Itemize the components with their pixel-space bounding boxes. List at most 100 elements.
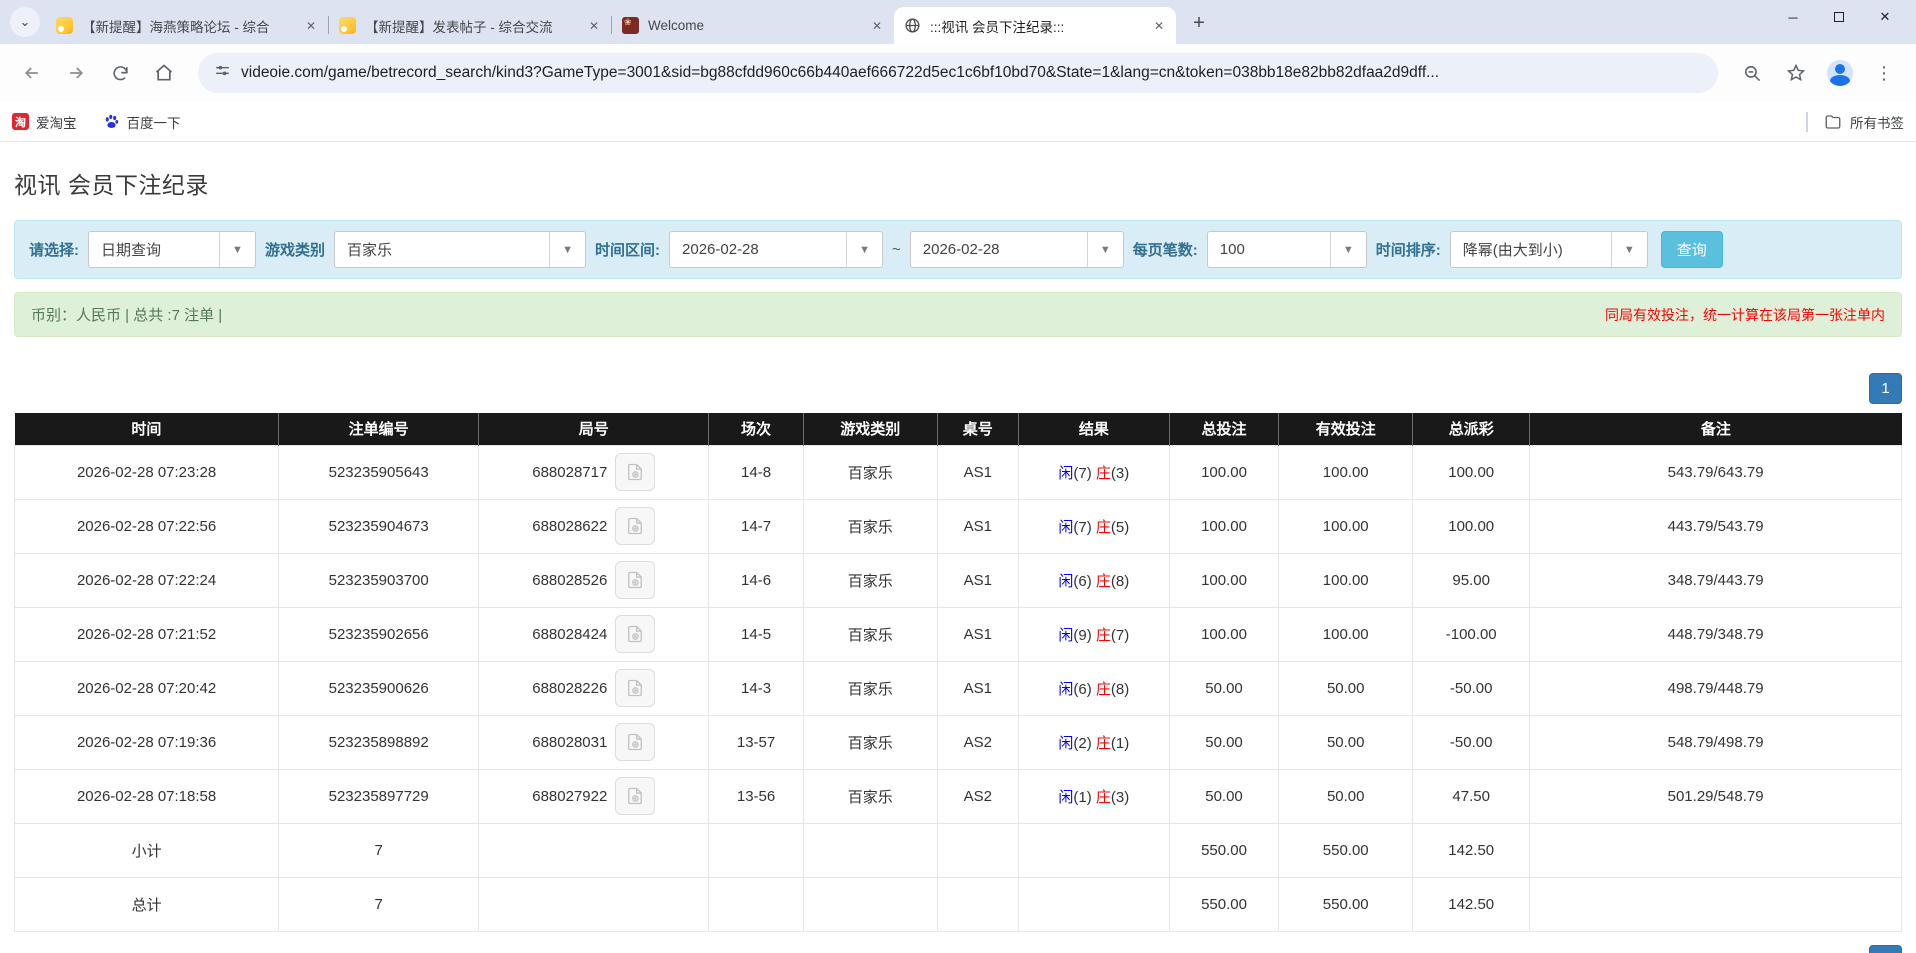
new-tab-button[interactable]: + bbox=[1184, 8, 1214, 38]
page-1-button[interactable]: 1 bbox=[1869, 373, 1902, 404]
page-size-select[interactable]: 100 ▼ bbox=[1207, 231, 1367, 268]
tab-search-button[interactable]: ⌄ bbox=[10, 7, 40, 37]
cell-result: 闲(6) 庄(8) bbox=[1018, 553, 1169, 607]
cell-result: 闲(1) 庄(3) bbox=[1018, 769, 1169, 823]
cell-valid-bet: 50.00 bbox=[1279, 661, 1413, 715]
cell-payout: -50.00 bbox=[1413, 661, 1530, 715]
cell-result: 闲(9) 庄(7) bbox=[1018, 607, 1169, 661]
sort-select[interactable]: 降幂(由大到小) ▼ bbox=[1450, 231, 1648, 268]
header-valid-bet: 有效投注 bbox=[1279, 413, 1413, 445]
cell-result: 闲(6) 庄(8) bbox=[1018, 661, 1169, 715]
tab-welcome[interactable]: Welcome ✕ bbox=[612, 7, 894, 44]
pagination-top: 1 bbox=[14, 373, 1902, 404]
chevron-down-icon: ▼ bbox=[846, 232, 882, 267]
cell-round: 688028226 bbox=[479, 661, 709, 715]
bookmark-baidu[interactable]: 百度一下 bbox=[103, 112, 181, 132]
page-1-button[interactable]: 1 bbox=[1869, 945, 1902, 953]
bookmark-star-icon[interactable] bbox=[1779, 56, 1813, 90]
game-type-select[interactable]: 百家乐 ▼ bbox=[334, 231, 586, 268]
page-title: 视讯 会员下注纪录 bbox=[14, 166, 1902, 200]
home-icon[interactable] bbox=[147, 56, 181, 90]
table-row: 2026-02-28 07:19:36 523235898892 6880280… bbox=[15, 715, 1902, 769]
tab-title: 【新提醒】发表帖子 - 综合交流 bbox=[365, 16, 579, 36]
game-type-label: 游戏类别 bbox=[265, 239, 325, 260]
search-button[interactable]: 查询 bbox=[1661, 231, 1723, 268]
url-text[interactable]: videoie.com/game/betrecord_search/kind3?… bbox=[241, 64, 1439, 82]
video-replay-button[interactable] bbox=[615, 669, 655, 707]
date-from-select[interactable]: 2026-02-28 ▼ bbox=[669, 231, 883, 268]
address-bar[interactable]: videoie.com/game/betrecord_search/kind3?… bbox=[198, 53, 1718, 93]
cell-total-bet[interactable]: 50.00 bbox=[1169, 769, 1278, 823]
tab-bet-records-active[interactable]: :::视讯 会员下注纪录::: ✕ bbox=[894, 7, 1176, 44]
video-replay-button[interactable] bbox=[615, 507, 655, 545]
cell-table-no: AS2 bbox=[937, 715, 1018, 769]
header-bet-id: 注单编号 bbox=[279, 413, 479, 445]
reload-icon[interactable] bbox=[103, 56, 137, 90]
result-banker: 庄 bbox=[1096, 627, 1111, 644]
cell-total-bet[interactable]: 100.00 bbox=[1169, 499, 1278, 553]
sort-label: 时间排序: bbox=[1376, 239, 1441, 260]
menu-dots-icon[interactable]: ⋮ bbox=[1867, 56, 1901, 90]
cell-table-no: AS1 bbox=[937, 499, 1018, 553]
page-content: 视讯 会员下注纪录 请选择: 日期查询 ▼ 游戏类别 百家乐 ▼ 时间区间: 2… bbox=[0, 142, 1916, 953]
video-replay-button[interactable] bbox=[615, 453, 655, 491]
close-icon[interactable]: ✕ bbox=[868, 17, 886, 35]
tab-post[interactable]: 【新提醒】发表帖子 - 综合交流 ✕ bbox=[329, 7, 611, 44]
time-range-label: 时间区间: bbox=[595, 239, 660, 260]
bookmark-divider bbox=[1806, 112, 1808, 132]
cell-session: 14-7 bbox=[709, 499, 803, 553]
result-player: 闲 bbox=[1058, 735, 1073, 752]
site-info-icon[interactable] bbox=[214, 62, 231, 84]
forward-icon[interactable] bbox=[59, 56, 93, 90]
tab-forum[interactable]: 【新提醒】海燕策略论坛 - 综合 ✕ bbox=[46, 7, 328, 44]
header-total-bet: 总投注 bbox=[1169, 413, 1278, 445]
video-file-icon bbox=[625, 570, 645, 590]
cell-round: 688028717 bbox=[479, 445, 709, 499]
sum-valid-bet: 550.00 bbox=[1279, 877, 1413, 931]
table-header-row: 时间 注单编号 局号 场次 游戏类别 桌号 结果 总投注 有效投注 总派彩 备注 bbox=[15, 413, 1902, 445]
query-type-select[interactable]: 日期查询 ▼ bbox=[88, 231, 256, 268]
close-icon[interactable]: ✕ bbox=[585, 17, 603, 35]
cell-session: 13-57 bbox=[709, 715, 803, 769]
header-remark: 备注 bbox=[1530, 413, 1902, 445]
profile-avatar[interactable] bbox=[1823, 56, 1857, 90]
round-id: 688027922 bbox=[532, 788, 607, 805]
table-row: 2026-02-28 07:22:56 523235904673 6880286… bbox=[15, 499, 1902, 553]
cell-total-bet[interactable]: 50.00 bbox=[1169, 715, 1278, 769]
chevron-down-icon: ▼ bbox=[219, 232, 255, 267]
video-replay-button[interactable] bbox=[615, 561, 655, 599]
video-replay-button[interactable] bbox=[615, 615, 655, 653]
cell-payout: 100.00 bbox=[1413, 445, 1530, 499]
header-game: 游戏类别 bbox=[803, 413, 937, 445]
close-icon[interactable]: ✕ bbox=[1150, 17, 1168, 35]
cell-total-bet[interactable]: 100.00 bbox=[1169, 607, 1278, 661]
cell-table-no: AS1 bbox=[937, 607, 1018, 661]
minimize-button[interactable]: ─ bbox=[1770, 1, 1816, 33]
cell-total-bet[interactable]: 100.00 bbox=[1169, 553, 1278, 607]
cell-total-bet[interactable]: 100.00 bbox=[1169, 445, 1278, 499]
result-banker: 庄 bbox=[1096, 681, 1111, 698]
chevron-down-icon: ▼ bbox=[1611, 232, 1647, 267]
bookmark-aitaobao[interactable]: 淘 爱淘宝 bbox=[12, 112, 77, 132]
cell-game: 百家乐 bbox=[803, 445, 937, 499]
cell-game: 百家乐 bbox=[803, 661, 937, 715]
cell-bet-id: 523235902656 bbox=[279, 607, 479, 661]
window-close-button[interactable]: ✕ bbox=[1862, 1, 1908, 33]
bookmark-label: 爱淘宝 bbox=[36, 112, 77, 132]
date-from-value: 2026-02-28 bbox=[670, 232, 846, 267]
result-banker: 庄 bbox=[1096, 465, 1111, 482]
sum-payout: 142.50 bbox=[1413, 877, 1530, 931]
zoom-icon[interactable] bbox=[1735, 56, 1769, 90]
maximize-button[interactable] bbox=[1816, 1, 1862, 33]
header-result: 结果 bbox=[1018, 413, 1169, 445]
video-replay-button[interactable] bbox=[615, 777, 655, 815]
cell-table-no: AS2 bbox=[937, 769, 1018, 823]
date-to-select[interactable]: 2026-02-28 ▼ bbox=[910, 231, 1124, 268]
back-icon[interactable] bbox=[15, 56, 49, 90]
query-type-value: 日期查询 bbox=[89, 232, 219, 267]
all-bookmarks-button[interactable]: 所有书签 bbox=[1824, 112, 1904, 132]
close-icon[interactable]: ✕ bbox=[302, 17, 320, 35]
video-replay-button[interactable] bbox=[615, 723, 655, 761]
cell-total-bet[interactable]: 50.00 bbox=[1169, 661, 1278, 715]
cell-remark: 348.79/443.79 bbox=[1530, 553, 1902, 607]
